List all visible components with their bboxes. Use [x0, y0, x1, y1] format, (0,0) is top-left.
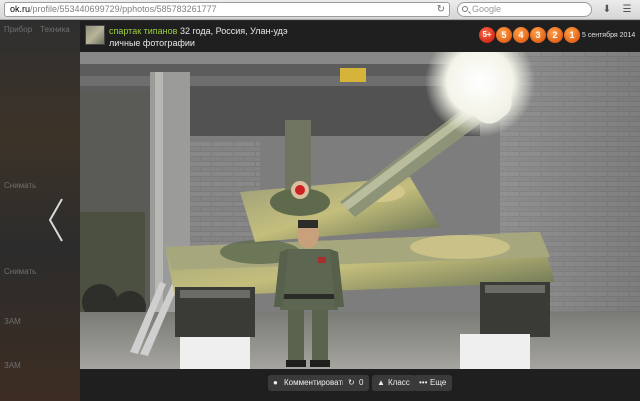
- url-path: /profile/553440699729/pphotos/5857832617…: [30, 4, 217, 14]
- bookmark-icon[interactable]: ⬇: [600, 3, 614, 16]
- bg-label: Прибор: [4, 25, 33, 34]
- photo-header: спартак типанов 32 года, Россия, Улан-уд…: [80, 21, 640, 51]
- author-info: 32 года, Россия, Улан-удэ: [177, 26, 288, 36]
- author-line: спартак типанов 32 года, Россия, Улан-уд…: [109, 26, 288, 36]
- previous-photo-arrow-icon[interactable]: [46, 195, 66, 245]
- avatar[interactable]: [85, 25, 105, 45]
- rate-2-button[interactable]: 2: [547, 27, 563, 43]
- photo-image[interactable]: [80, 52, 640, 369]
- address-bar[interactable]: ok.ru/profile/553440699729/pphotos/58578…: [4, 2, 450, 17]
- tank-photo: [80, 52, 640, 369]
- reshare-count: 0: [359, 378, 364, 387]
- like-button[interactable]: ▲ Класс: [372, 375, 416, 391]
- reload-icon[interactable]: ↻: [437, 3, 445, 16]
- search-placeholder: Google: [472, 4, 502, 14]
- more-button[interactable]: ••• Еще: [414, 375, 453, 391]
- menu-icon[interactable]: ☰: [620, 3, 634, 16]
- url-host: ok.ru: [10, 4, 31, 14]
- like-label: Класс: [388, 378, 410, 387]
- reshare-icon: ↻: [348, 378, 355, 387]
- more-dots-icon: •••: [419, 378, 428, 387]
- comment-label: Комментировать: [284, 378, 347, 387]
- bg-label: Техника: [40, 25, 70, 34]
- bg-label: ЗАМ: [4, 317, 21, 326]
- rate-5plus-button[interactable]: 5+: [479, 27, 495, 43]
- comment-button[interactable]: ● Комментировать: [268, 375, 353, 391]
- background-page-left: Прибор Техника Снимать Снимать ЗАМ ЗАМ: [0, 21, 80, 401]
- rate-3-button[interactable]: 3: [530, 27, 546, 43]
- search-input[interactable]: Google: [457, 2, 592, 17]
- reshare-button[interactable]: ↻ 0: [343, 375, 370, 391]
- author-name-link[interactable]: спартак типанов: [109, 26, 177, 36]
- bg-label: Снимать: [4, 181, 37, 190]
- photo-date: 5 сентября 2014: [582, 32, 636, 39]
- thumbs-up-icon: ▲: [377, 378, 385, 387]
- rate-4-button[interactable]: 4: [513, 27, 529, 43]
- photo-layer: спартак типанов 32 года, Россия, Улан-уд…: [80, 21, 640, 401]
- comment-icon: ●: [273, 378, 278, 387]
- rate-5-button[interactable]: 5: [496, 27, 512, 43]
- bg-label: Снимать: [4, 267, 37, 276]
- photo-actions-bar: ● Комментировать ↻ 0 ▲ Класс ••• Еще: [80, 369, 640, 401]
- search-icon: [462, 6, 468, 12]
- more-label: Еще: [430, 378, 447, 387]
- bg-label: ЗАМ: [4, 361, 21, 370]
- browser-toolbar: ok.ru/profile/553440699729/pphotos/58578…: [0, 0, 640, 20]
- album-name[interactable]: личные фотографии: [109, 38, 195, 48]
- rate-1-button[interactable]: 1: [564, 27, 580, 43]
